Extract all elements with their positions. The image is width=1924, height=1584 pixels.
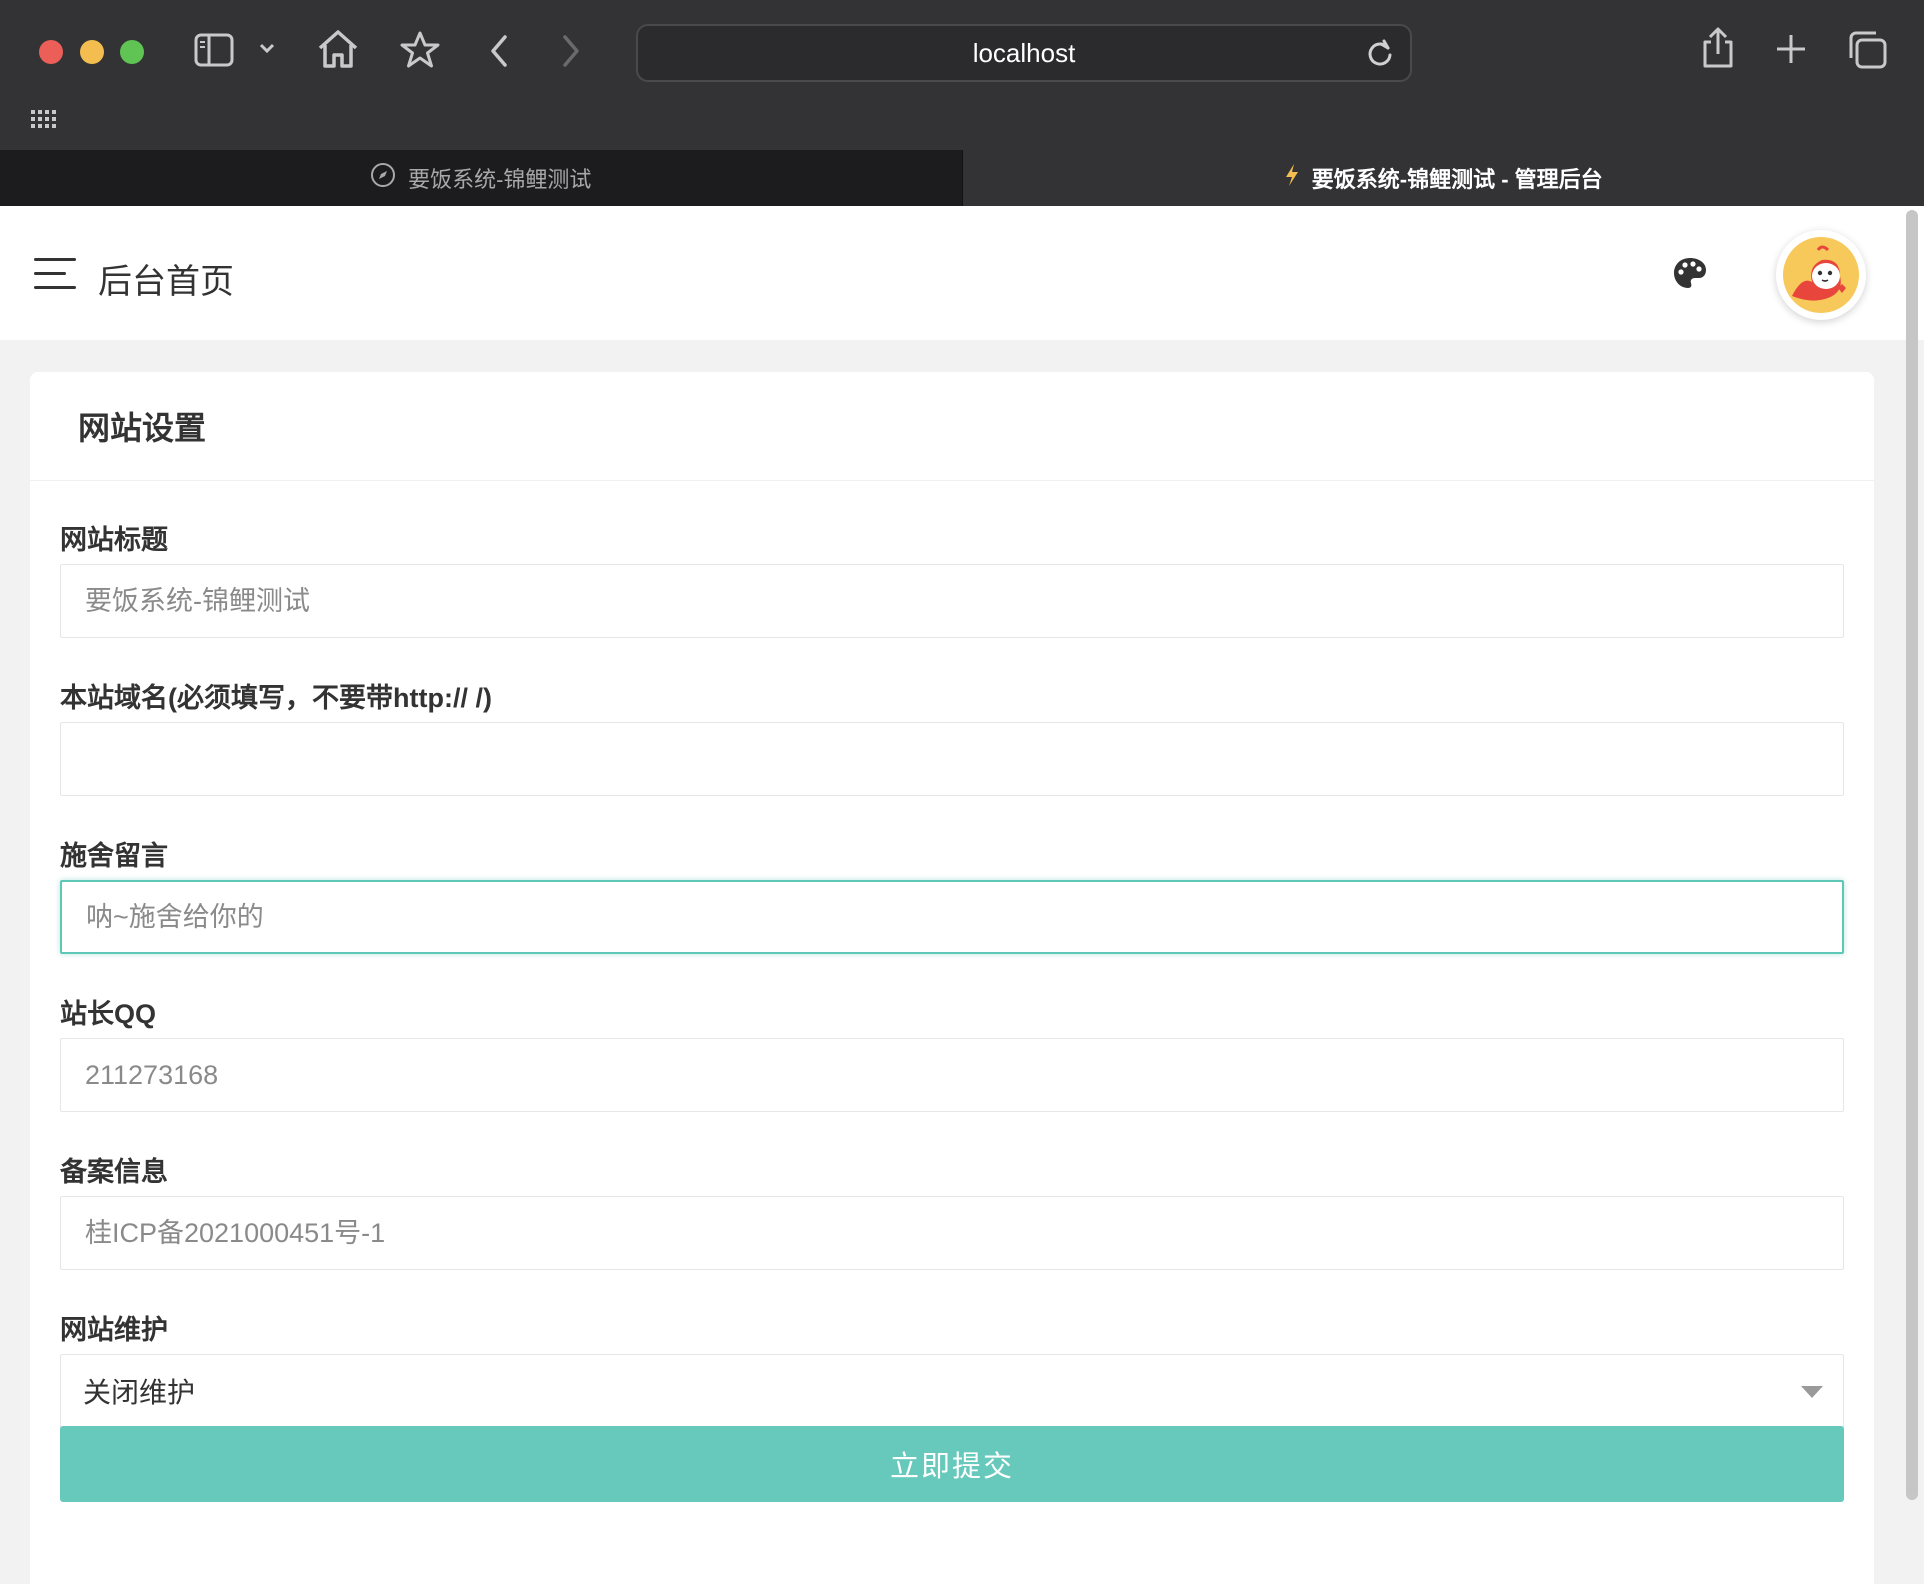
site-title-input[interactable] bbox=[60, 564, 1844, 638]
qq-label: 站长QQ bbox=[60, 999, 157, 1029]
caret-down-icon bbox=[1801, 1386, 1823, 1398]
maintenance-label: 网站维护 bbox=[60, 1315, 168, 1345]
top-bar: 后台首页 bbox=[0, 206, 1924, 340]
page-title: 后台首页 bbox=[98, 263, 234, 301]
tab-bar: 要饭系统-锦鲤测试 要饭系统-锦鲤测试 - 管理后台 bbox=[0, 150, 1924, 206]
site-title-label: 网站标题 bbox=[60, 525, 168, 555]
scrollbar[interactable] bbox=[1906, 210, 1918, 1500]
message-label: 施舍留言 bbox=[60, 841, 168, 871]
tab-title: 要饭系统-锦鲤测试 bbox=[408, 167, 592, 192]
home-icon[interactable] bbox=[316, 28, 360, 70]
maintenance-selected-value: 关闭维护 bbox=[83, 1377, 196, 1408]
menu-icon[interactable] bbox=[34, 258, 76, 290]
tab-site[interactable]: 要饭系统-锦鲤测试 bbox=[0, 150, 963, 206]
star-icon[interactable] bbox=[400, 30, 440, 70]
card-title: 网站设置 bbox=[30, 372, 1874, 481]
zoom-window-button[interactable] bbox=[120, 40, 144, 64]
browser-chrome: localhost 要饭系统-锦鲤测试 要饭系统-锦鲤测试 - 管理后台 bbox=[0, 0, 1924, 206]
tab-admin[interactable]: 要饭系统-锦鲤测试 - 管理后台 bbox=[962, 150, 1924, 206]
tab-title: 要饭系统-锦鲤测试 - 管理后台 bbox=[1311, 167, 1603, 192]
back-icon[interactable] bbox=[488, 34, 510, 68]
reload-icon[interactable] bbox=[1366, 38, 1394, 75]
tabs-overview-icon[interactable] bbox=[1846, 30, 1888, 70]
settings-card: 网站设置 网站标题 本站域名(必须填写，不要带http:// /) 施舍留言 站… bbox=[30, 372, 1874, 1584]
address-bar[interactable]: localhost bbox=[636, 24, 1412, 82]
domain-input[interactable] bbox=[60, 722, 1844, 796]
address-text: localhost bbox=[972, 37, 1076, 68]
message-input[interactable] bbox=[60, 880, 1844, 954]
minimize-window-button[interactable] bbox=[80, 40, 104, 64]
share-icon[interactable] bbox=[1700, 26, 1736, 70]
close-window-button[interactable] bbox=[39, 40, 63, 64]
icp-input[interactable] bbox=[60, 1196, 1844, 1270]
avatar[interactable] bbox=[1776, 230, 1866, 320]
palette-icon[interactable] bbox=[1672, 256, 1708, 295]
forward-icon[interactable] bbox=[560, 34, 582, 68]
sidebar-icon[interactable] bbox=[194, 32, 234, 68]
qq-input[interactable] bbox=[60, 1038, 1844, 1112]
chevron-down-icon[interactable] bbox=[258, 42, 276, 56]
submit-button[interactable]: 立即提交 bbox=[60, 1426, 1844, 1502]
domain-label: 本站域名(必须填写，不要带http:// /) bbox=[60, 683, 492, 713]
bolt-icon bbox=[1284, 163, 1312, 193]
new-tab-icon[interactable] bbox=[1774, 32, 1808, 66]
grid-icon[interactable] bbox=[30, 108, 58, 130]
compass-icon bbox=[370, 162, 408, 194]
page: 后台首页 网站设置 网站标题 要饭系统-锦鲤测试 本站域名(必须填写，不要带ht… bbox=[0, 206, 1924, 1584]
icp-label: 备案信息 bbox=[60, 1157, 168, 1187]
maintenance-select[interactable]: 关闭维护 bbox=[60, 1354, 1844, 1428]
